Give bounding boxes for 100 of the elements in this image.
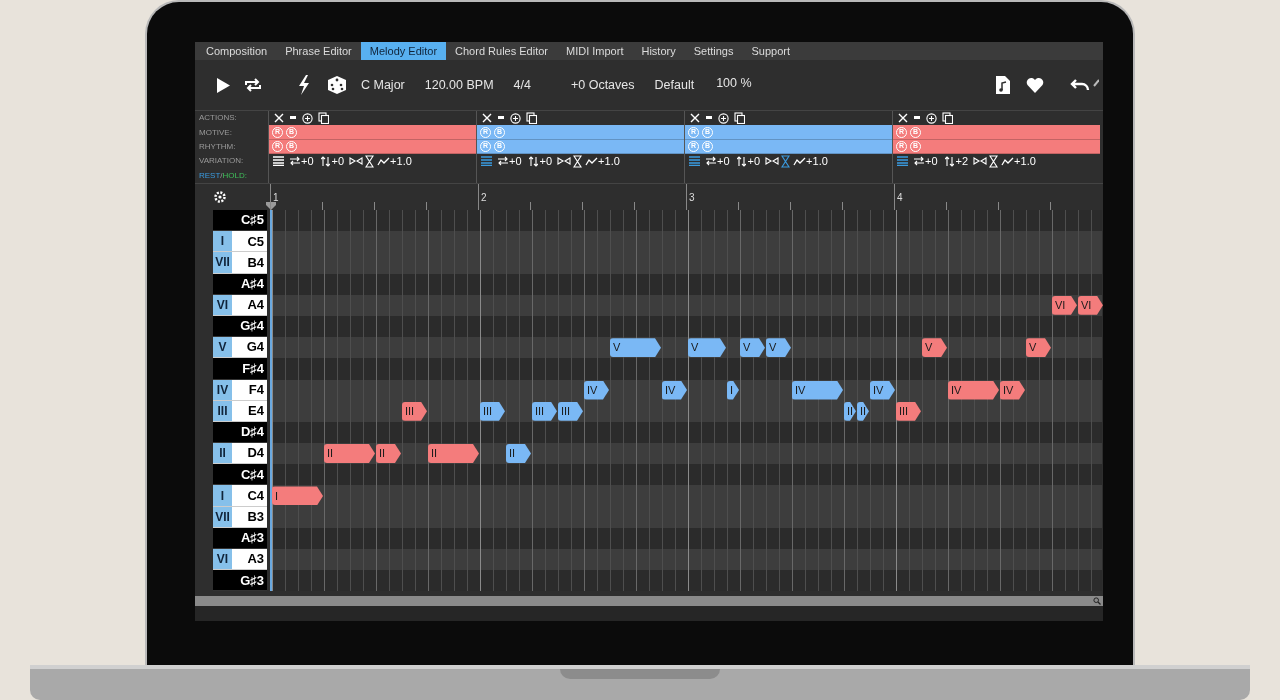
note-label: E4 (248, 402, 264, 421)
shift-icon[interactable] (944, 155, 954, 167)
melody-note[interactable]: I (727, 380, 739, 400)
heart-icon[interactable] (1026, 77, 1044, 93)
swap-icon[interactable] (705, 156, 717, 167)
key-label[interactable]: C Major (361, 75, 405, 95)
melody-note[interactable]: V (688, 338, 726, 358)
piano-key[interactable]: VI A4 (213, 294, 267, 316)
close-icon[interactable] (690, 113, 700, 124)
piano-key[interactable]: G♯3 (213, 570, 267, 592)
tempo-label[interactable]: 120.00 BPM (424, 75, 494, 95)
add-icon[interactable] (510, 112, 521, 124)
note-label: G4 (246, 338, 264, 357)
melody-note[interactable]: III (896, 401, 921, 421)
music-file-icon[interactable] (996, 76, 1010, 94)
piano-key[interactable]: A♯3 (213, 527, 267, 549)
note-label: G♯3 (240, 571, 264, 590)
melody-note[interactable]: VI (1052, 295, 1077, 315)
mirror-icon[interactable] (349, 156, 364, 167)
close-icon[interactable] (898, 113, 908, 124)
piano-key[interactable]: F♯4 (213, 358, 267, 380)
melody-note[interactable]: III (402, 401, 427, 421)
note-label: C♯4 (240, 465, 264, 484)
loop-icon[interactable] (243, 77, 263, 93)
piano-key[interactable]: A♯4 (213, 273, 267, 295)
octave-label[interactable]: +0 Octaves (570, 75, 635, 95)
note-label: C5 (247, 232, 264, 251)
piano-key[interactable]: II D4 (213, 443, 267, 465)
copy-icon[interactable] (526, 112, 537, 125)
close-icon[interactable] (274, 113, 284, 124)
close-icon[interactable] (482, 113, 492, 124)
melody-note[interactable]: II (428, 444, 479, 464)
add-icon[interactable] (718, 112, 729, 124)
curve-icon[interactable] (377, 156, 391, 166)
melody-note[interactable]: V (740, 338, 765, 358)
volume-label[interactable]: 100 % (716, 73, 752, 93)
swap-icon[interactable] (497, 156, 509, 167)
melody-note[interactable]: V (766, 338, 791, 358)
melody-note[interactable]: III (558, 401, 583, 421)
melody-note[interactable]: IV (1000, 380, 1025, 400)
curve-icon[interactable] (585, 156, 599, 166)
piano-key[interactable]: D♯4 (213, 421, 267, 444)
melody-note[interactable]: II (324, 444, 375, 464)
melody-note[interactable]: IV (948, 380, 999, 400)
add-icon[interactable] (926, 112, 937, 124)
piano-key[interactable]: VI A3 (213, 549, 267, 571)
shift-icon[interactable] (528, 155, 538, 167)
hold-label: HOLD: (222, 169, 248, 182)
dice-icon[interactable] (327, 75, 347, 95)
add-icon[interactable] (302, 112, 313, 124)
swap-icon[interactable] (289, 156, 301, 167)
undo-icon[interactable] (1070, 78, 1090, 92)
shift-icon[interactable] (736, 155, 746, 167)
melody-note[interactable]: IV (662, 380, 687, 400)
mirror-icon[interactable] (765, 156, 780, 167)
piano-key[interactable]: C♯5 (213, 210, 267, 232)
piano-key[interactable]: VII B4 (213, 252, 267, 274)
melody-note[interactable]: IV (870, 380, 895, 400)
curve-icon[interactable] (1001, 156, 1015, 166)
melody-note[interactable]: II (376, 444, 401, 464)
shift-icon[interactable] (320, 155, 330, 167)
tab[interactable]: Melody Editor (360, 42, 447, 60)
piano-key[interactable]: G♯4 (213, 315, 267, 338)
piano-key[interactable]: IV F4 (213, 379, 267, 401)
play-icon[interactable] (215, 76, 231, 94)
piano-key[interactable]: V G4 (213, 337, 267, 359)
melody-note[interactable]: III (532, 401, 557, 421)
settings-icon[interactable] (213, 190, 227, 204)
degree-label: III (213, 400, 232, 421)
melody-note[interactable]: IV (792, 380, 843, 400)
curve-icon[interactable] (793, 156, 807, 166)
melody-note[interactable]: V (1026, 338, 1051, 358)
copy-icon[interactable] (734, 112, 745, 125)
melody-note[interactable]: V (922, 338, 947, 358)
piano-key[interactable]: C♯4 (213, 464, 267, 486)
melody-note[interactable]: II (844, 401, 856, 421)
lightning-icon[interactable] (297, 75, 311, 95)
horizontal-scrollbar[interactable] (195, 596, 1103, 606)
piano-key[interactable]: I C4 (213, 485, 267, 507)
melody-note[interactable]: II (857, 401, 869, 421)
playhead-marker[interactable] (266, 202, 276, 210)
swap-icon[interactable] (913, 156, 925, 167)
style-label[interactable]: Default (654, 75, 695, 95)
mirror-icon[interactable] (557, 156, 572, 167)
melody-note[interactable]: II (506, 444, 531, 464)
melody-note[interactable]: III (480, 401, 505, 421)
degree-label: IV (213, 379, 232, 400)
piano-key[interactable]: VII B3 (213, 506, 267, 528)
melody-note[interactable]: I (272, 486, 323, 506)
search-icon[interactable] (1093, 597, 1101, 605)
copy-icon[interactable] (318, 112, 329, 125)
time-signature-label[interactable]: 4/4 (513, 75, 531, 95)
copy-icon[interactable] (942, 112, 953, 125)
piano-key[interactable]: I C5 (213, 231, 267, 253)
mirror-icon[interactable] (973, 156, 988, 167)
melody-note[interactable]: VI (1078, 295, 1103, 315)
melody-note[interactable]: IV (584, 380, 609, 400)
rhythm-label: RHYTHM: (199, 141, 237, 153)
melody-note[interactable]: V (610, 338, 661, 358)
piano-key[interactable]: III E4 (213, 400, 267, 422)
